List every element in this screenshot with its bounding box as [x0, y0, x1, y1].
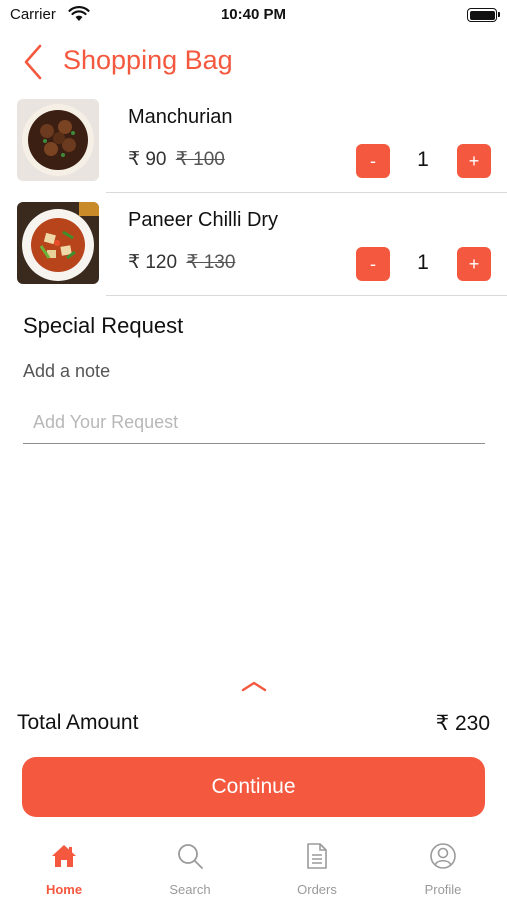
- clock: 10:40 PM: [220, 6, 287, 23]
- food-image: [17, 202, 99, 284]
- tab-search[interactable]: Search: [140, 842, 240, 900]
- increase-quantity-button[interactable]: +: [457, 144, 491, 178]
- item-quantity: 1: [417, 251, 429, 274]
- tab-label: Home: [45, 882, 83, 897]
- back-chevron-icon[interactable]: [20, 42, 48, 82]
- item-name: Manchurian: [128, 106, 233, 128]
- tab-label: Profile: [424, 882, 462, 897]
- chevron-up-icon[interactable]: [239, 678, 269, 694]
- tab-profile[interactable]: Profile: [393, 842, 493, 900]
- item-price: ₹ 120: [128, 252, 178, 273]
- header: Shopping Bag: [0, 40, 507, 84]
- item-price: ₹ 90: [128, 149, 167, 170]
- special-request-title: Special Request: [23, 313, 184, 338]
- item-original-price: ₹ 100: [175, 149, 225, 170]
- page-title: Shopping Bag: [63, 45, 233, 75]
- tab-bar: Home Search Orders Profile: [0, 834, 507, 900]
- note-label: Add a note: [23, 361, 111, 381]
- total-amount-value: ₹ 230: [435, 712, 490, 735]
- total-amount-label: Total Amount: [17, 711, 139, 734]
- divider: [106, 295, 507, 296]
- price-row: ₹ 120 ₹ 130: [128, 251, 235, 274]
- price-row: ₹ 90 ₹ 100: [128, 148, 225, 171]
- decrease-quantity-button[interactable]: -: [356, 247, 390, 281]
- document-icon: [307, 843, 327, 869]
- tab-label: Orders: [297, 882, 337, 897]
- item-quantity: 1: [417, 148, 429, 171]
- continue-button[interactable]: Continue: [22, 757, 485, 817]
- cart-item: Paneer Chilli Dry ₹ 120 ₹ 130 - 1 +: [0, 196, 507, 296]
- item-original-price: ₹ 130: [186, 252, 236, 273]
- special-request-input[interactable]: [23, 402, 485, 444]
- home-icon: [52, 845, 76, 867]
- cart-item: Manchurian ₹ 90 ₹ 100 - 1 +: [0, 93, 507, 193]
- battery-icon: [467, 8, 500, 22]
- increase-quantity-button[interactable]: +: [457, 247, 491, 281]
- food-image: [17, 99, 99, 181]
- status-bar: Carrier 10:40 PM: [0, 0, 507, 32]
- user-icon: [430, 843, 456, 869]
- tab-label: Search: [169, 882, 211, 897]
- item-name: Paneer Chilli Dry: [128, 209, 279, 231]
- divider: [106, 192, 507, 193]
- search-icon: [178, 844, 203, 869]
- tab-orders[interactable]: Orders: [267, 842, 367, 900]
- decrease-quantity-button[interactable]: -: [356, 144, 390, 178]
- tab-home[interactable]: Home: [14, 842, 114, 900]
